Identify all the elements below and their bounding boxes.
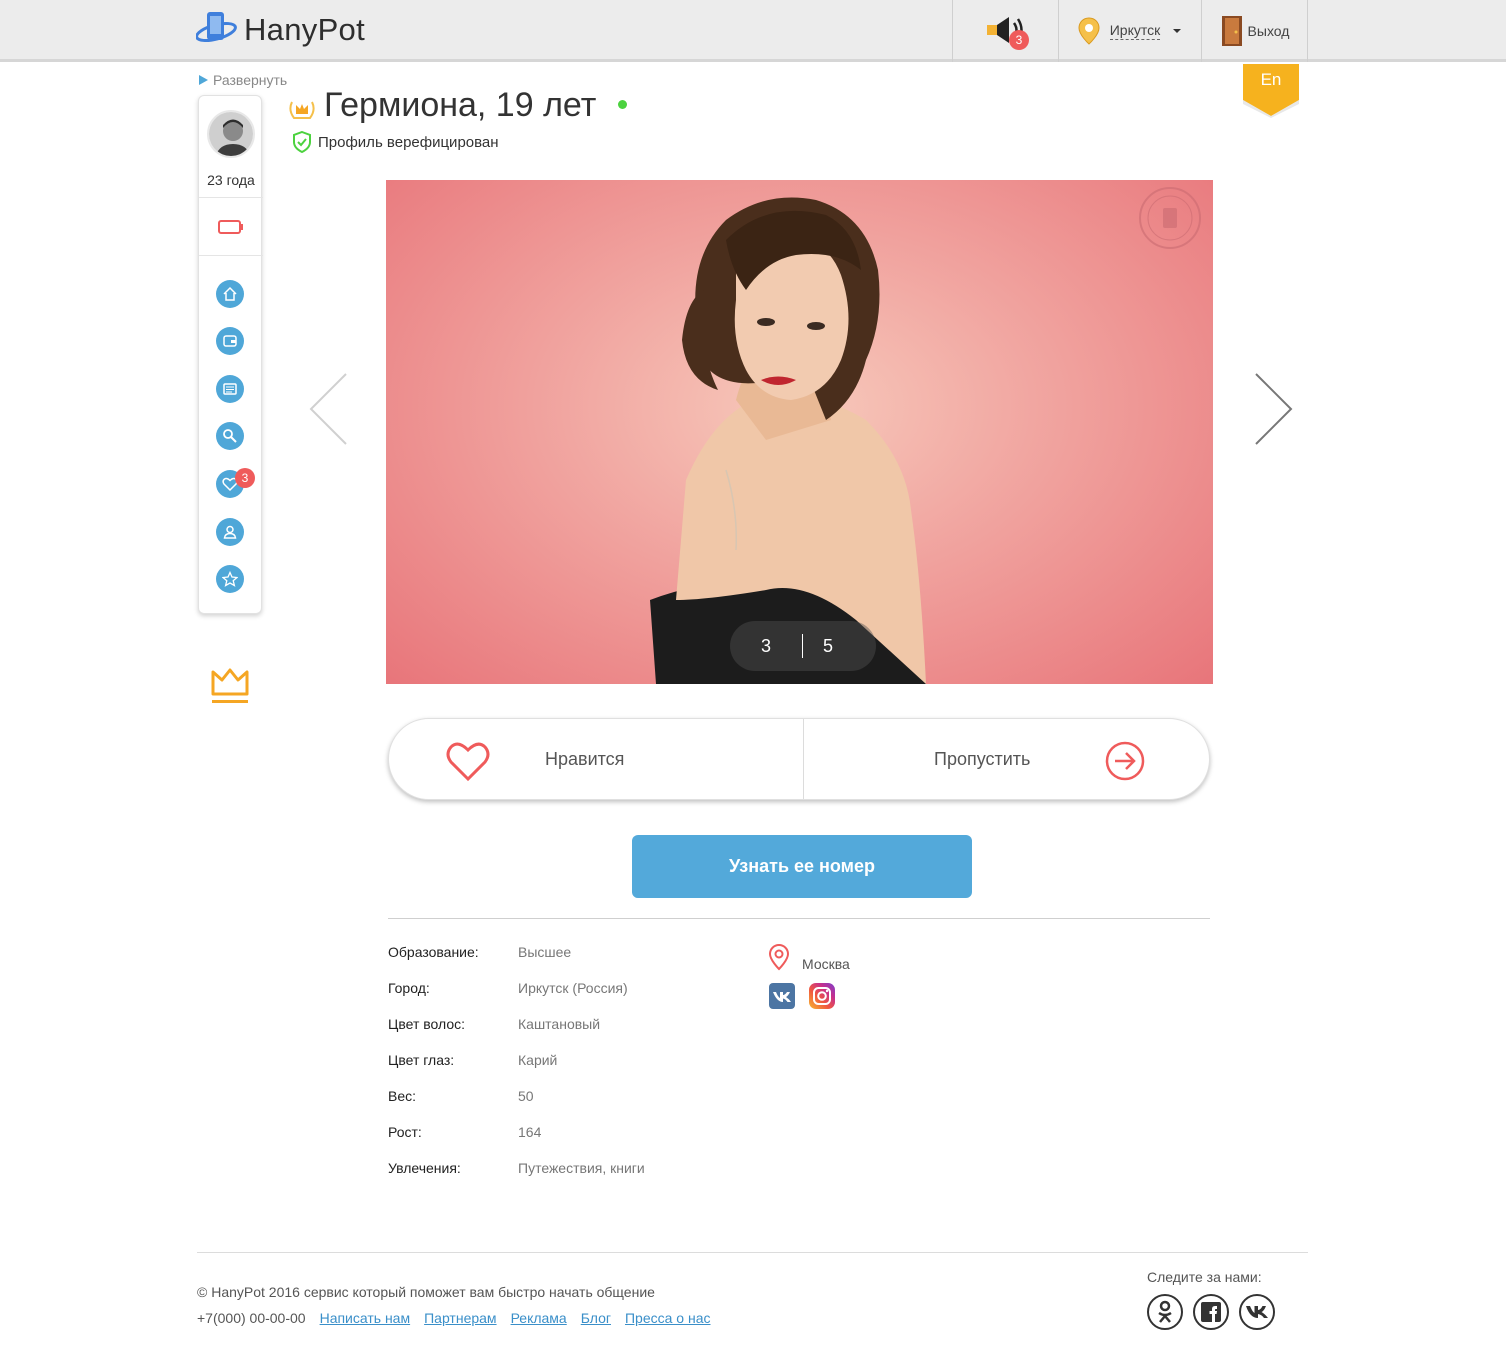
info-label: Рост: [388, 1124, 422, 1140]
facebook-icon [1201, 1302, 1221, 1322]
home-icon [223, 286, 237, 301]
wallet-icon [223, 335, 237, 347]
search-icon [223, 429, 237, 443]
triangle-right-icon [199, 75, 208, 85]
online-status-dot [618, 100, 627, 109]
info-value: Иркутск (Россия) [518, 980, 628, 996]
footer-link-blog[interactable]: Блог [581, 1310, 611, 1326]
user-avatar[interactable] [207, 110, 255, 158]
info-label: Цвет волос: [388, 1016, 466, 1032]
info-value: Карий [518, 1052, 558, 1068]
like-button[interactable]: Нравится [389, 719, 799, 799]
city-name: Иркутск [1109, 22, 1161, 40]
skip-label: Пропустить [934, 749, 1031, 769]
photo-counter: 3 5 [730, 621, 876, 671]
info-label: Образование: [388, 944, 479, 960]
brand-name: HanyPot [244, 12, 365, 47]
odnoklassniki-link[interactable] [1147, 1294, 1183, 1330]
user-age: 23 года [207, 172, 255, 188]
footer-link-press[interactable]: Пресса о нас [625, 1310, 711, 1326]
facebook-link[interactable] [1193, 1294, 1229, 1330]
odnoklassniki-icon [1158, 1300, 1172, 1323]
info-value: 164 [518, 1124, 542, 1140]
expand-sidebar-link[interactable]: Развернуть [199, 72, 287, 88]
star-icon [222, 571, 238, 587]
nav-search[interactable] [216, 422, 244, 450]
info-label: Город: [388, 980, 430, 996]
shield-check-icon [293, 131, 311, 153]
notifications-badge: 3 [1009, 30, 1029, 50]
like-label: Нравится [545, 749, 625, 769]
likes-badge: 3 [235, 468, 255, 488]
map-pin-icon [1078, 17, 1100, 45]
contact-phone: +7(000) 00-00-00 [197, 1310, 306, 1326]
nav-home[interactable] [216, 280, 244, 308]
logout-button[interactable]: Выход [1201, 0, 1308, 62]
message-icon [223, 383, 237, 395]
door-icon [1221, 16, 1242, 46]
battery-icon[interactable] [218, 220, 244, 234]
notifications-button[interactable]: 3 [952, 0, 1058, 62]
instagram-profile-link[interactable] [809, 983, 835, 1009]
photo-total: 5 [822, 635, 833, 656]
arrow-right-circle-icon [1105, 741, 1145, 781]
action-bar: Нравится Пропустить [388, 718, 1210, 800]
info-label: Увлечения: [388, 1160, 461, 1176]
vk-profile-link[interactable] [769, 983, 795, 1009]
top-header: HanyPot 3 Иркутск Выход [0, 0, 1506, 62]
footer-link-contact[interactable]: Написать нам [320, 1310, 411, 1326]
logo-icon [196, 12, 237, 43]
vk-icon [773, 992, 791, 1002]
crown-icon[interactable] [210, 666, 250, 708]
prev-photo-arrow[interactable] [308, 372, 348, 446]
location: Москва [768, 942, 850, 972]
profile-name-age: Гермиона, 19 лет [324, 86, 597, 124]
footer-link-partners[interactable]: Партнерам [424, 1310, 496, 1326]
nav-profile[interactable] [216, 518, 244, 546]
get-number-button[interactable]: Узнать ее номер [632, 835, 972, 898]
verified-status: Профиль верефицирован [292, 131, 499, 153]
language-switch[interactable]: En [1243, 64, 1299, 118]
info-value: Высшее [518, 944, 572, 960]
logout-label: Выход [1247, 23, 1290, 39]
next-photo-arrow[interactable] [1254, 372, 1294, 446]
location-city: Москва [802, 956, 850, 972]
city-selector[interactable]: Иркутск [1058, 0, 1201, 62]
info-value: Путежествия, книги [518, 1160, 645, 1176]
instagram-icon [813, 987, 831, 1005]
vk-icon [1246, 1306, 1268, 1318]
user-icon [223, 525, 237, 539]
sidebar: 23 года 3 [198, 95, 263, 614]
language-label: En [1260, 70, 1282, 89]
divider [199, 255, 263, 256]
skip-button[interactable]: Пропустить [799, 719, 1209, 799]
premium-crown-icon [289, 101, 315, 119]
nav-wallet[interactable] [216, 327, 244, 355]
verified-label: Профиль верефицирован [318, 133, 499, 151]
profile-photo[interactable]: 3 5 [386, 180, 1213, 684]
footer-divider [197, 1252, 1308, 1253]
nav-favorites[interactable] [216, 565, 244, 593]
photo-current: 3 [760, 635, 771, 656]
map-pin-icon [768, 943, 790, 971]
nav-messages[interactable] [216, 375, 244, 403]
expand-label: Развернуть [213, 72, 288, 88]
photo-illustration [650, 187, 1201, 684]
copyright: © HanyPot 2016 сервис который поможет ва… [197, 1284, 655, 1300]
vk-link[interactable] [1239, 1294, 1275, 1330]
footer-link-ads[interactable]: Реклама [511, 1310, 567, 1326]
info-value: 50 [518, 1088, 534, 1104]
divider [199, 197, 263, 198]
logo[interactable]: HanyPot [196, 8, 365, 52]
follow-us-label: Следите за нами: [1147, 1269, 1262, 1285]
info-value: Каштановый [518, 1016, 601, 1032]
chevron-down-icon [1173, 29, 1182, 33]
heart-outline-icon [446, 742, 490, 782]
info-label: Цвет глаз: [388, 1052, 455, 1068]
user-photo [209, 112, 253, 156]
footer-links: +7(000) 00-00-00 Написать нам Партнерам … [197, 1310, 711, 1326]
divider [388, 918, 1210, 919]
info-label: Вес: [388, 1088, 417, 1104]
